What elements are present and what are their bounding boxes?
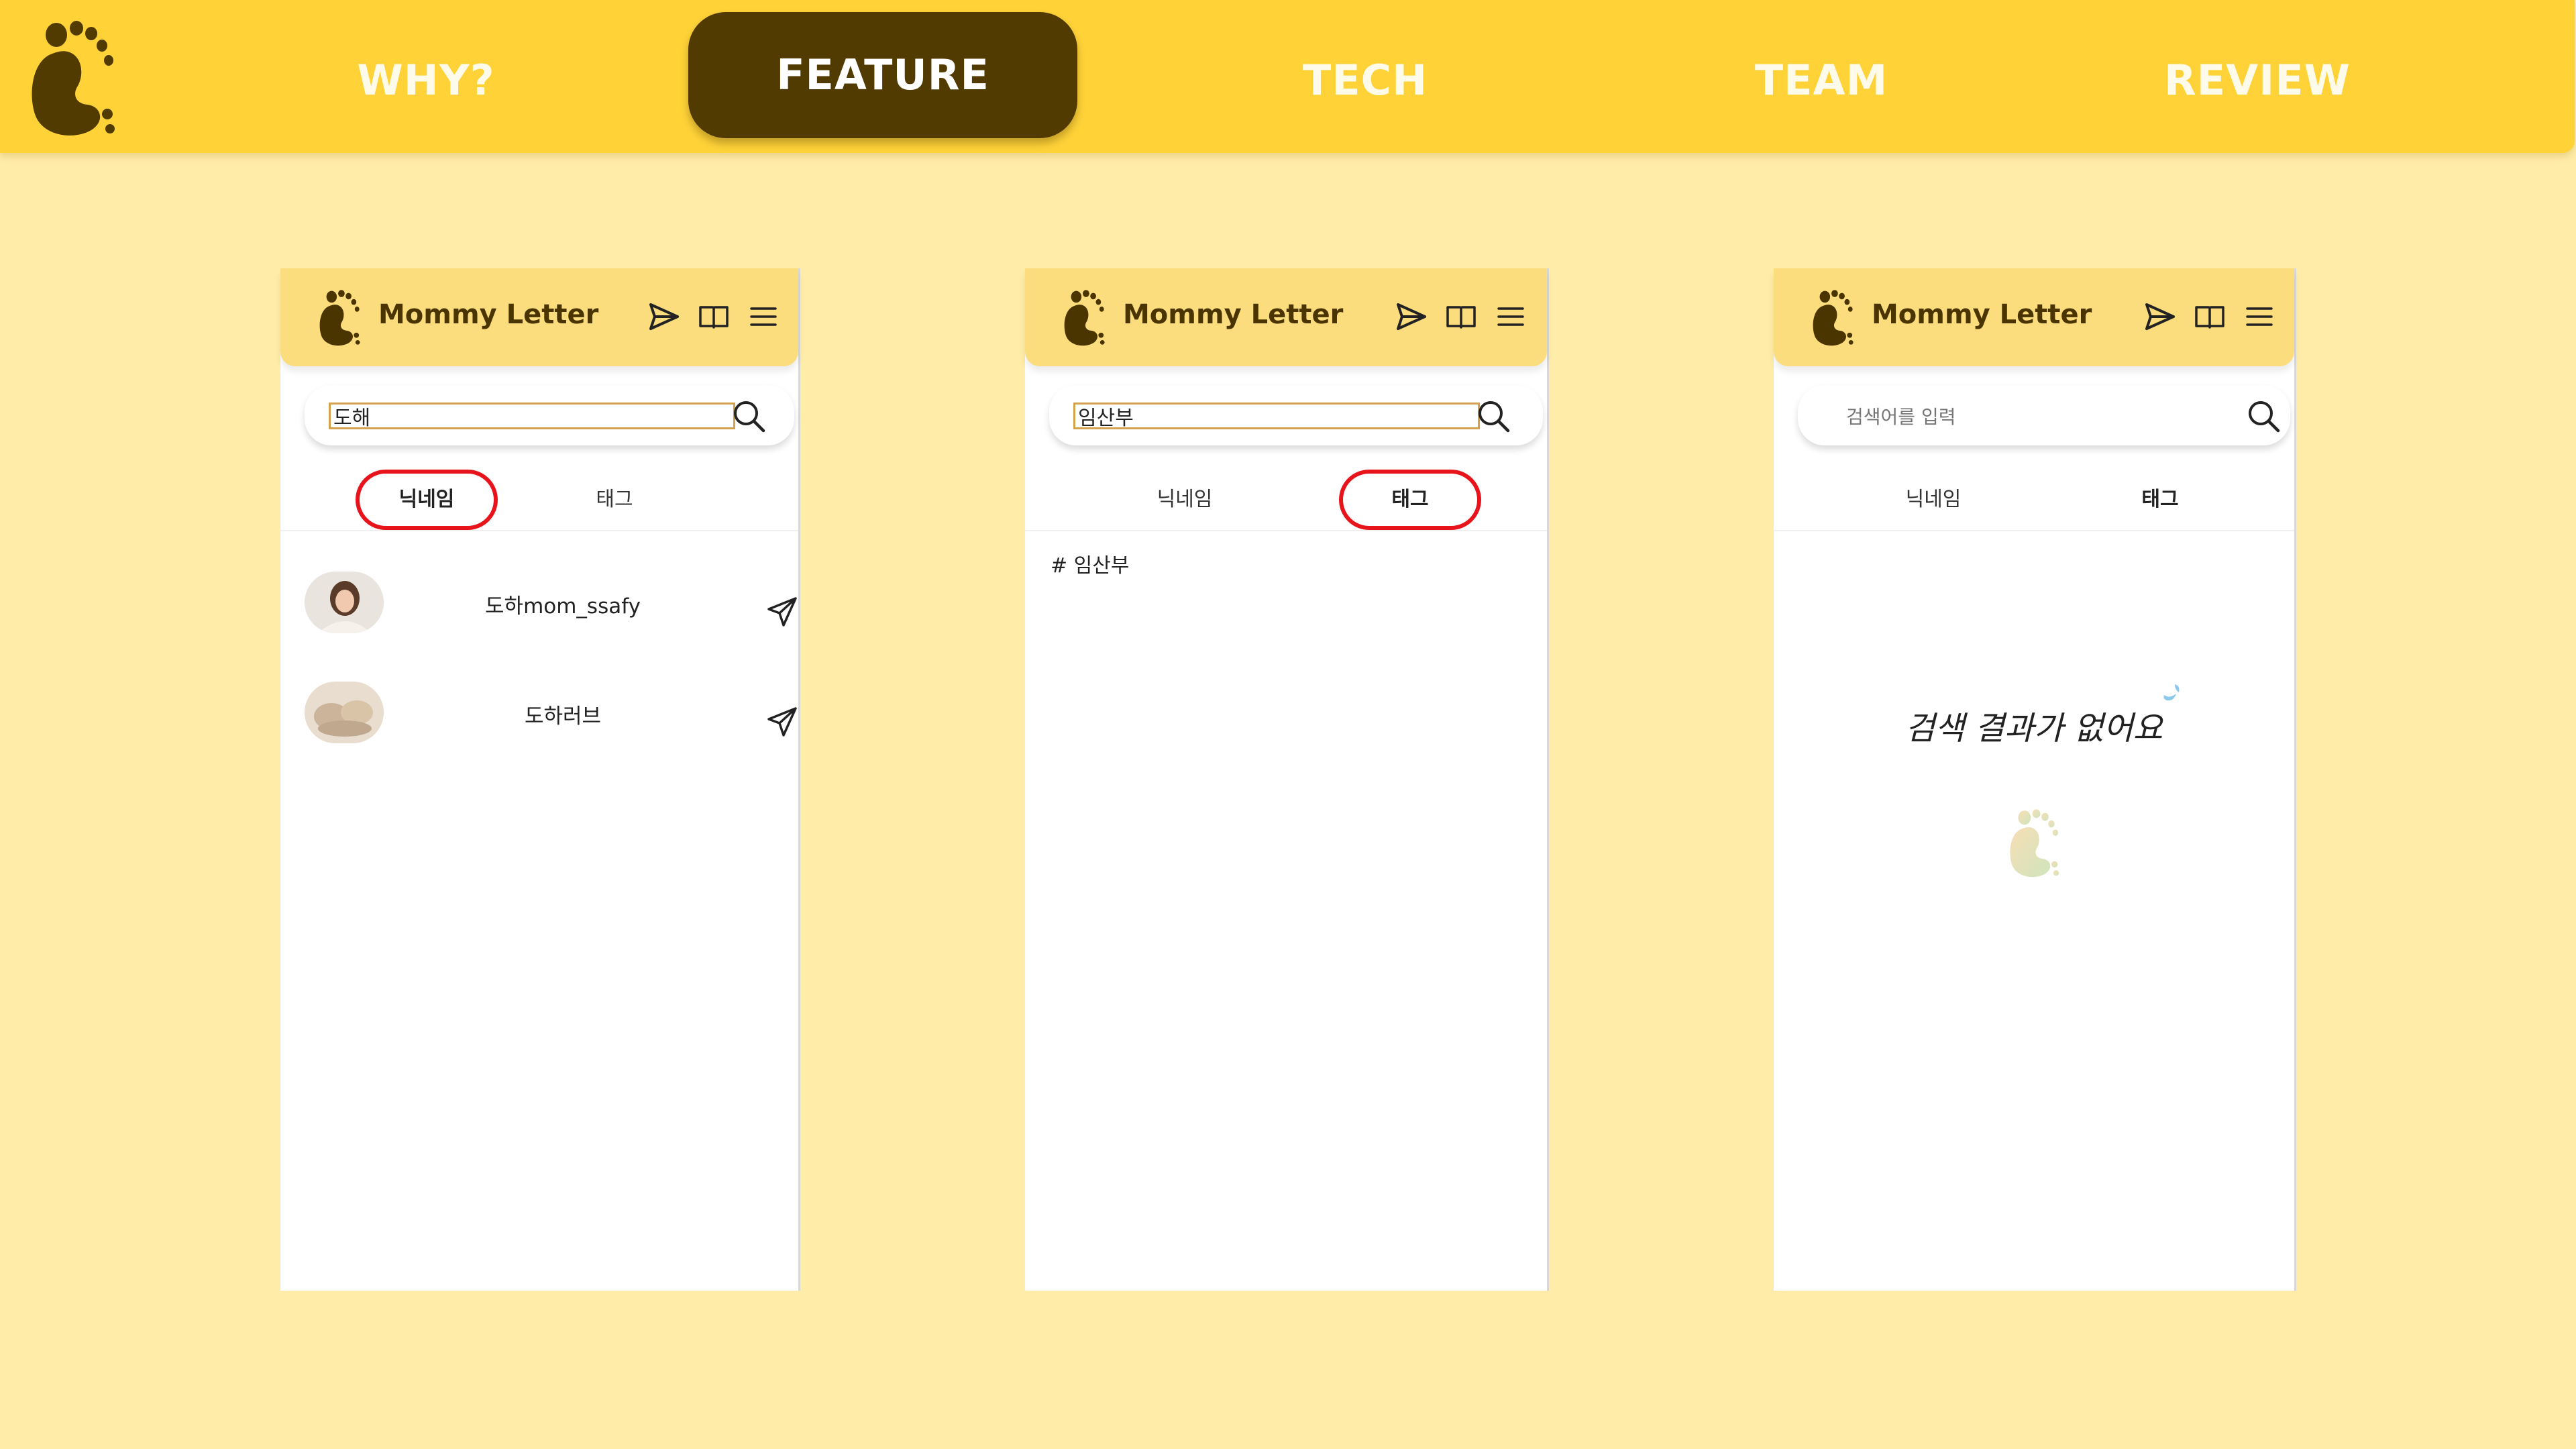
app-logo-icon[interactable]	[1810, 284, 1856, 350]
phone-empty-result: Mommy Letter 닉네임 태그 검색 결과가 없어요	[1774, 268, 2294, 1291]
nav-team[interactable]: TEAM	[1731, 47, 1912, 114]
empty-result-message: 검색 결과가 없어요	[1905, 710, 2163, 747]
search-input[interactable]	[329, 402, 735, 429]
book-icon[interactable]	[1445, 301, 1477, 333]
tab-nickname[interactable]: 닉네임	[1881, 470, 1986, 530]
send-message-icon[interactable]	[766, 706, 798, 738]
search-icon[interactable]	[1476, 398, 1511, 433]
book-icon[interactable]	[2194, 301, 2226, 333]
search-icon[interactable]	[731, 398, 766, 433]
tab-nickname[interactable]: 닉네임	[356, 470, 498, 530]
water-drop-icon	[2163, 684, 2180, 701]
app-title: Mommy Letter	[1872, 299, 2092, 330]
search-bar	[305, 385, 794, 445]
user-list-item[interactable]: 도하러브	[280, 679, 798, 746]
search-bar	[1798, 385, 2290, 445]
app-header: Mommy Letter	[1774, 268, 2294, 366]
app-header: Mommy Letter	[280, 268, 798, 366]
tag-result-item[interactable]: # 임산부	[1051, 549, 1129, 578]
menu-icon[interactable]	[2243, 301, 2275, 333]
phone-nickname-search: Mommy Letter 닉네임 태그 도하mom_ssafy	[280, 268, 798, 1291]
tab-divider	[1774, 530, 2294, 531]
send-icon[interactable]	[648, 301, 680, 333]
app-title: Mommy Letter	[378, 299, 599, 330]
tab-nickname[interactable]: 닉네임	[1132, 470, 1237, 530]
search-input[interactable]	[1845, 402, 2223, 431]
send-icon[interactable]	[1395, 301, 1428, 333]
menu-icon[interactable]	[1495, 301, 1527, 333]
tab-tag[interactable]: 태그	[562, 470, 667, 530]
tab-tag[interactable]: 태그	[1339, 470, 1481, 530]
app-logo-icon[interactable]	[317, 284, 362, 350]
avatar	[305, 682, 384, 743]
tab-divider	[1025, 530, 1547, 531]
phone-tag-search: Mommy Letter 닉네임 태그 # 임산부	[1025, 268, 1547, 1291]
tab-divider	[280, 530, 798, 531]
tab-tag[interactable]: 태그	[2108, 470, 2212, 530]
user-list-item[interactable]: 도하mom_ssafy	[280, 569, 798, 636]
faded-foot-icon	[2006, 805, 2062, 880]
baby-foot-logo-icon[interactable]	[25, 13, 119, 141]
top-navigation: WHY? FEATURE TECH TEAM REVIEW	[0, 0, 2575, 153]
app-title: Mommy Letter	[1123, 299, 1344, 330]
send-message-icon[interactable]	[766, 596, 798, 628]
book-icon[interactable]	[698, 301, 730, 333]
nav-feature[interactable]: FEATURE	[688, 12, 1077, 138]
nav-review[interactable]: REVIEW	[2160, 47, 2355, 114]
app-header: Mommy Letter	[1025, 268, 1547, 366]
search-bar	[1049, 385, 1543, 445]
nav-why[interactable]: WHY?	[335, 47, 517, 114]
search-input[interactable]	[1073, 402, 1480, 429]
username: 도하러브	[524, 704, 602, 729]
menu-icon[interactable]	[747, 301, 780, 333]
app-logo-icon[interactable]	[1061, 284, 1107, 350]
avatar	[305, 572, 384, 633]
send-icon[interactable]	[2144, 301, 2176, 333]
nav-tech[interactable]: TECH	[1275, 47, 1456, 114]
username: 도하mom_ssafy	[485, 594, 641, 619]
search-icon[interactable]	[2246, 398, 2281, 433]
